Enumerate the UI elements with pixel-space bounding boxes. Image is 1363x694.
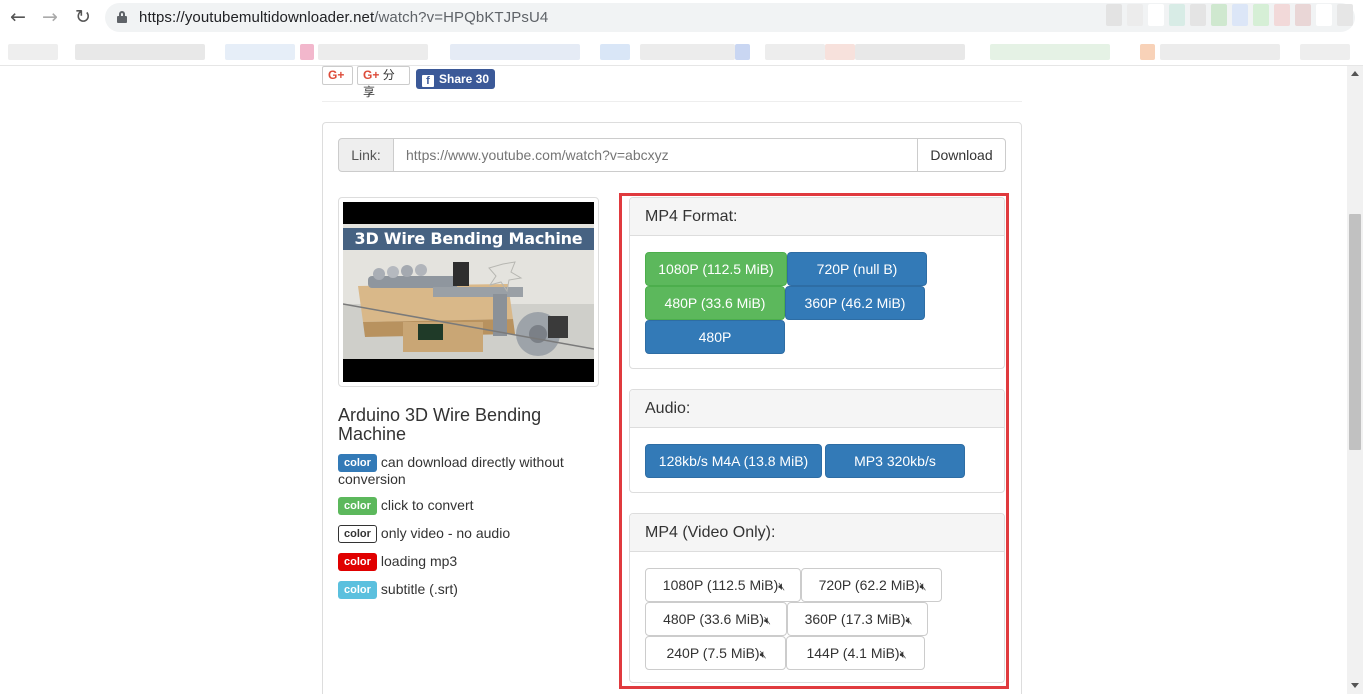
button-label: 144P (4.1 MiB) [806,645,900,661]
legend-badge-red: color [338,553,377,571]
mp4-720p-button[interactable]: 720P (null B) [787,252,927,286]
link-form: Link: Download [338,138,1006,172]
video-only-section: MP4 (Video Only): 1080P (112.5 MiB)🔇︎ 72… [629,513,1005,683]
gplus-icon: G+ [328,68,345,82]
url-text[interactable]: https://youtubemultidownloader.net/watch… [139,9,548,26]
legend-text: click to convert [380,497,474,513]
thumbnail-image: 3D Wire Bending Machine [343,202,594,382]
audio-m4a-button[interactable]: 128kb/s M4A (13.8 MiB) [645,444,822,478]
audio-section: Audio: 128kb/s M4A (13.8 MiB) MP3 320kb/… [629,389,1005,493]
mute-icon: 🔇︎ [759,648,767,661]
gplus-icon: G+ [363,68,380,82]
legend-text: subtitle (.srt) [380,581,458,597]
legend-item: color can download directly without conve… [338,454,608,487]
legend-item: color only video - no audio [338,525,608,543]
video-title: Arduino 3D Wire Bending Machine [338,405,542,444]
color-legend: color can download directly without conve… [338,454,608,609]
divider [322,101,1022,102]
forward-arrow-icon[interactable]: → [38,5,62,29]
mute-icon: 🔇︎ [778,580,785,593]
legend-badge-blue: color [338,454,377,472]
button-label: 1080P (112.5 MiB) [662,577,779,593]
facebook-share-label: Share 30 [439,72,490,86]
lock-icon [117,11,127,23]
video-only-720p-button[interactable]: 720P (62.2 MiB)🔇︎ [801,568,942,602]
url-path: /watch?v=HPQbKTJPsU4 [374,9,549,26]
legend-item: color click to convert [338,497,608,515]
legend-badge-white: color [338,525,377,543]
scroll-down-arrow-icon[interactable] [1351,683,1359,688]
legend-item: color loading mp3 [338,553,608,571]
mp4-format-section: MP4 Format: 1080P (112.5 MiB) 720P (null… [629,197,1005,369]
mp4-480p-alt-button[interactable]: 480P [645,320,785,354]
video-thumbnail: 3D Wire Bending Machine [338,197,599,387]
legend-badge-cyan: color [338,581,377,599]
video-only-144p-button[interactable]: 144P (4.1 MiB)🔇︎ [786,636,925,670]
button-label: 360P (17.3 MiB) [804,611,906,627]
button-label: 480P (33.6 MiB) [663,611,764,627]
video-only-240p-button[interactable]: 240P (7.5 MiB)🔇︎ [645,636,786,670]
legend-text: only video - no audio [380,525,511,541]
back-arrow-icon[interactable]: ← [6,5,30,29]
mp4-1080p-button[interactable]: 1080P (112.5 MiB) [645,252,787,286]
mute-icon: 🔇︎ [919,580,926,593]
thumbnail-title: 3D Wire Bending Machine [343,228,594,250]
video-only-1080p-button[interactable]: 1080P (112.5 MiB)🔇︎ [645,568,801,602]
mp4-480p-button[interactable]: 480P (33.6 MiB) [645,286,785,320]
link-input[interactable] [394,138,918,172]
scroll-up-arrow-icon[interactable] [1351,71,1359,76]
bookmarks-bar [0,38,1363,64]
reload-icon[interactable]: ↻ [71,5,95,29]
video-only-480p-button[interactable]: 480P (33.6 MiB)🔇︎ [645,602,787,636]
button-label: 240P (7.5 MiB) [666,645,760,661]
download-button[interactable]: Download [918,138,1006,172]
browser-chrome: ← → ↻ https://youtubemultidownloader.net… [0,0,1363,66]
mute-icon: 🔇︎ [905,614,912,627]
gplus-button[interactable]: G+ [322,66,353,85]
button-label: 720P (62.2 MiB) [818,577,920,593]
mute-icon: 🔇︎ [899,648,907,661]
download-panel: Link: Download [322,122,1022,694]
gplus-share-button[interactable]: G+ 分享 [357,66,410,99]
page-scrollbar[interactable] [1347,66,1363,694]
legend-text: loading mp3 [380,553,458,569]
mute-icon: 🔇︎ [763,614,771,627]
extension-icons [1106,4,1353,28]
audio-mp3-button[interactable]: MP3 320kb/s [825,444,965,478]
link-label: Link: [338,138,394,172]
video-only-360p-button[interactable]: 360P (17.3 MiB)🔇︎ [787,602,928,636]
mp4-format-heading: MP4 Format: [630,198,1004,236]
video-only-heading: MP4 (Video Only): [630,514,1004,552]
legend-badge-green: color [338,497,377,515]
facebook-icon: f [422,75,434,87]
audio-heading: Audio: [630,390,1004,428]
facebook-share-button[interactable]: f Share 30 [416,69,495,89]
url-host: https://youtubemultidownloader.net [139,9,375,26]
scrollbar-thumb[interactable] [1349,214,1361,450]
page-content: G+ G+ 分享 f Share 30 Link: Download [0,66,1347,694]
legend-item: color subtitle (.srt) [338,581,608,599]
mp4-360p-button[interactable]: 360P (46.2 MiB) [785,286,925,320]
